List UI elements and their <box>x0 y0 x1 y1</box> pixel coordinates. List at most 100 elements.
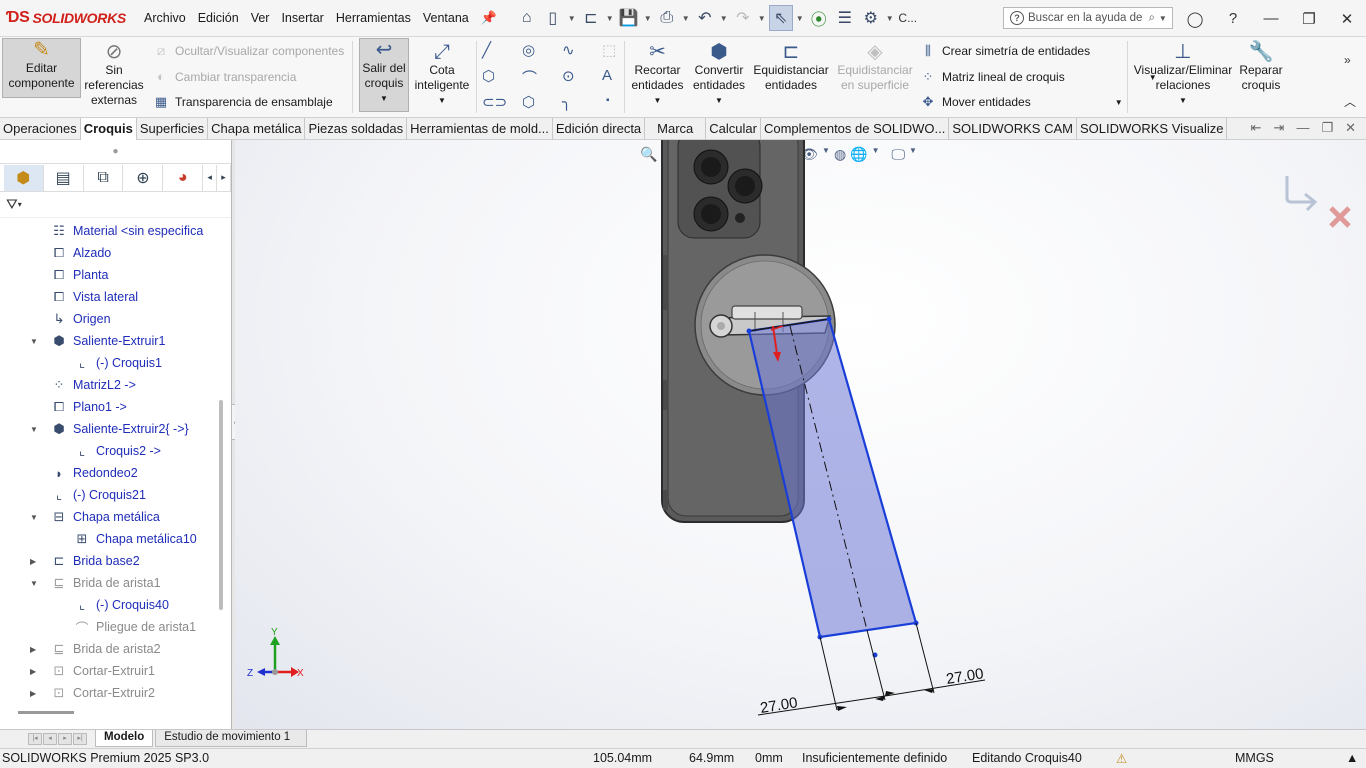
chevron-down-icon[interactable]: ▼ <box>719 5 729 31</box>
chevron-down-icon[interactable]: ▼ <box>360 91 408 106</box>
pin-icon[interactable]: 📌 <box>477 5 501 31</box>
tab-operaciones[interactable]: Operaciones <box>0 117 81 140</box>
tab-solidworks-visualize[interactable]: SOLIDWORKS Visualize <box>1077 117 1228 140</box>
slot-tool-icon[interactable]: ⊂⊃ <box>482 93 507 111</box>
home-icon[interactable]: ⌂ <box>515 5 539 31</box>
tree-node[interactable]: ⌞ (-) Croquis40 <box>73 594 169 616</box>
editar-componente-button[interactable]: ✎ Editar componente <box>2 38 81 98</box>
chevron-down-icon[interactable]: ▼ <box>795 5 805 31</box>
tree-node[interactable]: ⧠ Planta <box>50 264 109 286</box>
sin-referencias-externas-button[interactable]: ⊘ Sin referencias externas <box>83 41 145 108</box>
tree-node[interactable]: ⊞ Chapa metálica10 <box>73 528 197 550</box>
tree-node[interactable]: ⌞ Croquis2 -> <box>73 440 161 462</box>
tree-node[interactable]: ▼ ⬢ Saliente-Extruir1 <box>30 330 165 352</box>
matriz-lineal-croquis-button[interactable]: ⁘ Matriz lineal de croquis ▼ <box>920 69 1157 85</box>
mover-entidades-button[interactable]: ✥ Mover entidades ▼ <box>920 94 1123 110</box>
close-icon[interactable]: ✕ <box>1328 10 1366 28</box>
chevron-down-icon[interactable]: ▼ <box>1115 98 1123 107</box>
tree-node[interactable]: ↳ Origen <box>50 308 111 330</box>
confirmation-corner[interactable] <box>1285 176 1351 228</box>
ocultar-visualizar-componentes-button[interactable]: ⧄ Ocultar/Visualizar componentes <box>153 43 344 59</box>
convertir-entidades-button[interactable]: ⬢ Convertir entidades ▼ <box>690 41 748 108</box>
chevron-down-icon[interactable]: ▼ <box>690 93 748 108</box>
chevron-down-icon[interactable]: ▼ <box>1131 93 1235 108</box>
transparencia-ensamblaje-button[interactable]: ▦ Transparencia de ensamblaje <box>153 94 333 110</box>
expand-node-icon[interactable]: ▶ <box>30 557 40 566</box>
tree-node[interactable]: ▼ ⊑ Brida de arista1 <box>30 572 161 594</box>
chevron-down-icon[interactable]: ▼ <box>643 5 653 31</box>
rectangle-tool-icon[interactable]: ⬡ <box>482 67 495 85</box>
tree-horizontal-scrollbar[interactable] <box>18 711 74 714</box>
prev-tab-icon[interactable]: ◂ <box>43 732 57 745</box>
point-tool-icon[interactable]: ▪ <box>606 95 610 106</box>
equidistanciar-entidades-button[interactable]: ⊏ Equidistanciar entidades <box>752 41 830 93</box>
dimxpert-tab-icon[interactable]: ⊕ <box>123 164 164 191</box>
tree-node[interactable]: ⌞ (-) Croquis21 <box>50 484 146 506</box>
collapse-node-icon[interactable]: ▼ <box>30 513 40 522</box>
help-icon[interactable]: ? <box>1214 10 1252 27</box>
dimension-right[interactable]: 27.00 <box>945 665 985 688</box>
visualizar-eliminar-relaciones-button[interactable]: ⊥ Visualizar/Eliminar relaciones ▼ <box>1131 41 1235 108</box>
ellipse-tool-icon[interactable]: ⊙ <box>562 67 575 85</box>
chevron-down-icon[interactable]: ▼ <box>630 93 685 108</box>
close-doc-icon[interactable]: ✕ <box>1345 120 1356 136</box>
tab-croquis[interactable]: Croquis <box>80 117 137 140</box>
previous-window-icon[interactable]: ⇤ <box>1251 120 1262 136</box>
last-tab-icon[interactable]: ▸| <box>73 732 87 745</box>
tree-node[interactable]: ⁘ MatrizL2 -> <box>50 374 136 396</box>
undo-icon[interactable]: ↶ <box>693 5 717 31</box>
save-icon[interactable]: 💾 <box>617 5 641 31</box>
chevron-down-icon[interactable]: ▼ <box>605 5 615 31</box>
tab-complementos[interactable]: Complementos de SOLIDWO... <box>761 117 950 140</box>
open-folder-icon[interactable]: ⊏ <box>579 5 603 31</box>
menu-edicion[interactable]: Edición <box>192 11 245 25</box>
chevron-down-icon[interactable]: ▼ <box>412 93 472 108</box>
tab-herramientas-molde[interactable]: Herramientas de mold... <box>407 117 553 140</box>
chevron-down-icon[interactable]: ▼ <box>885 5 895 31</box>
first-tab-icon[interactable]: |◂ <box>28 732 42 745</box>
chevron-down-icon[interactable]: ▼ <box>757 5 767 31</box>
display-manager-tab-icon[interactable]: ◕ <box>163 164 204 191</box>
chevron-right-icon[interactable]: » <box>1344 53 1351 67</box>
minimize-doc-icon[interactable]: — <box>1296 120 1309 136</box>
fillet-sketch-icon[interactable]: ╮ <box>562 93 571 111</box>
menu-herramientas[interactable]: Herramientas <box>330 11 417 25</box>
units-system[interactable]: MMGS <box>1235 751 1274 765</box>
tab-modelo[interactable]: Modelo <box>95 730 154 747</box>
chevron-down-icon[interactable]: ▼ <box>681 5 691 31</box>
tree-node[interactable]: ▶ ⊑ Brida de arista2 <box>30 638 161 660</box>
rebuild-traffic-light-icon[interactable]: ⦿ <box>807 5 831 31</box>
tab-chapa-metalica[interactable]: Chapa metálica <box>208 117 306 140</box>
tree-filter-icon[interactable]: ⛛ ▾ <box>0 192 231 218</box>
quick-search-label[interactable]: C... <box>897 5 919 31</box>
graphics-area[interactable]: 🔍 ⌕ ⟲ ◧ ▣ ◨ ▼ ⬤ ▼ 👁 ▼ ◍ 🌐 ▼ 🖵 ▼ <box>235 140 1366 729</box>
tab-solidworks-cam[interactable]: SOLIDWORKS CAM <box>949 117 1077 140</box>
panel-grip-icon[interactable]: ● <box>0 140 231 164</box>
construction-geometry-icon[interactable]: ⬚ <box>602 41 616 59</box>
tab-estudio-movimiento[interactable]: Estudio de movimiento 1 <box>155 730 308 747</box>
next-tab-icon[interactable]: ▸ <box>58 732 72 745</box>
feature-manager-tab-icon[interactable]: ⬢ <box>4 164 44 191</box>
tree-node[interactable]: ⌞ (-) Croquis1 <box>73 352 162 374</box>
tab-scroll-left-icon[interactable]: ◂ <box>203 164 218 191</box>
spline-tool-icon[interactable]: ∿ <box>562 41 575 59</box>
expand-node-icon[interactable]: ▶ <box>30 645 40 654</box>
crear-simetria-button[interactable]: ⫼ Crear simetría de entidades <box>920 43 1090 59</box>
equidistanciar-superficie-button[interactable]: ◈ Equidistanciar en superficie <box>836 41 914 93</box>
menu-ver[interactable]: Ver <box>245 11 276 25</box>
solidworks-logo[interactable]: ƊS SOLIDWORKS <box>0 9 138 27</box>
tree-node[interactable]: ▶ ⊏ Brida base2 <box>30 550 140 572</box>
arc-tool-icon[interactable]: ⌒ <box>522 67 537 88</box>
collapse-node-icon[interactable]: ▼ <box>30 425 40 434</box>
user-account-icon[interactable]: ◯ <box>1176 10 1214 28</box>
menu-insertar[interactable]: Insertar <box>275 11 329 25</box>
print-icon[interactable]: ⎙ <box>655 5 679 31</box>
collapse-node-icon[interactable]: ▼ <box>30 579 40 588</box>
menu-ventana[interactable]: Ventana <box>417 11 475 25</box>
tree-node[interactable]: ⧠ Alzado <box>50 242 111 264</box>
tree-node[interactable]: ▼ ⬢ Saliente-Extruir2{ ->} <box>30 418 189 440</box>
configuration-manager-tab-icon[interactable]: ⧉ <box>84 164 124 191</box>
tree-node[interactable]: ▶ ⊡ Cortar-Extruir2 <box>30 682 155 704</box>
salir-croquis-button[interactable]: ↩ Salir del croquis ▼ <box>359 38 409 112</box>
expand-node-icon[interactable]: ▶ <box>30 667 40 676</box>
